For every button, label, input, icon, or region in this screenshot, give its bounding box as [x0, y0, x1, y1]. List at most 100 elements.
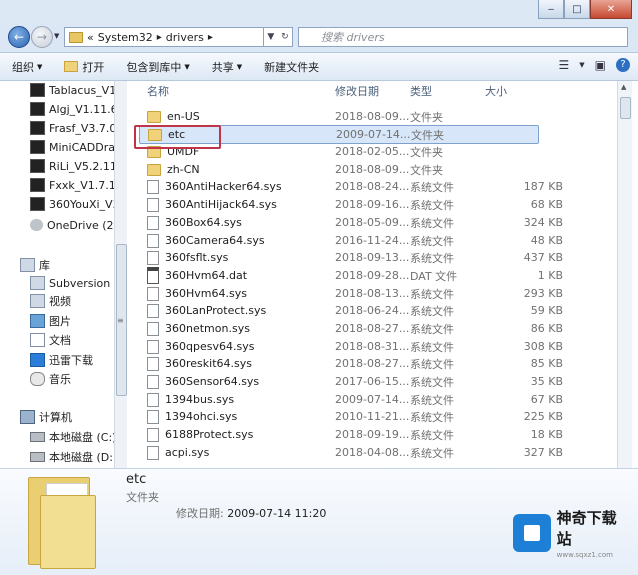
view-options-icon[interactable]: ☰ [559, 58, 570, 72]
close-button[interactable]: ✕ [590, 0, 632, 19]
file-date: 2009-07-14... [336, 128, 411, 141]
nav-item-videos[interactable]: 视频 [30, 292, 71, 310]
preview-pane-icon[interactable]: ▣ [595, 58, 606, 72]
file-name: 360fsflt.sys [165, 251, 229, 264]
app-icon [30, 121, 45, 135]
refresh-icon[interactable]: ↻ [281, 32, 289, 42]
file-name: 1394bus.sys [165, 393, 235, 406]
system-file-icon [147, 339, 159, 354]
nav-item-documents[interactable]: 文档 [30, 331, 71, 349]
file-name: en-US [167, 110, 200, 123]
column-header-name[interactable]: 名称 [147, 81, 169, 101]
file-row[interactable]: 1394ohci.sys 2010-11-21... 系统文件 225 KB [139, 408, 563, 425]
file-size: 35 KB [530, 375, 563, 388]
help-icon[interactable]: ? [616, 58, 630, 72]
nav-item-pictures[interactable]: 图片 [30, 312, 71, 330]
file-date: 2018-08-27... [335, 322, 410, 335]
app-icon [30, 197, 45, 211]
file-size: 324 KB [523, 216, 563, 229]
chevron-down-icon[interactable]: ▼ [579, 61, 584, 69]
nav-item-computer[interactable]: 计算机 [20, 408, 72, 426]
disk-icon [30, 452, 45, 462]
back-button[interactable]: ← [8, 26, 30, 48]
search-input[interactable]: 搜索 drivers [321, 29, 385, 45]
app-icon [30, 102, 45, 116]
file-size: 68 KB [530, 198, 563, 211]
file-row[interactable]: 360Camera64.sys 2016-11-24... 系统文件 48 KB [139, 232, 563, 249]
nav-item-label: 迅雷下载 [49, 354, 93, 367]
address-prefix: « [87, 30, 94, 44]
breadcrumb-drivers[interactable]: drivers [166, 31, 204, 44]
file-list-scrollbar[interactable]: ▲ [617, 81, 632, 468]
file-row[interactable]: 6188Protect.sys 2018-09-19... 系统文件 18 KB [139, 426, 563, 443]
nav-item[interactable]: RiLi_V5.2.11.3 [30, 157, 127, 175]
file-row[interactable]: acpi.sys 2018-04-08... 系统文件 327 KB [139, 444, 563, 461]
navigation-scrollbar[interactable]: ≡ [114, 81, 128, 468]
file-row[interactable]: 360Box64.sys 2018-05-09... 系统文件 324 KB [139, 214, 563, 231]
minimize-button[interactable]: ‒ [538, 0, 564, 19]
file-row[interactable]: 360Sensor64.sys 2017-06-15... 系统文件 35 KB [139, 373, 563, 390]
file-row[interactable]: 360qpesv64.sys 2018-08-31... 系统文件 308 KB [139, 338, 563, 355]
address-actions: ▼ ↻ [264, 27, 293, 47]
nav-item-music[interactable]: 音乐 [30, 370, 71, 388]
breadcrumb-system32[interactable]: System32 [98, 31, 153, 44]
column-header-date[interactable]: 修改日期 [335, 81, 379, 101]
file-date: 2016-11-24... [335, 234, 410, 247]
nav-item-onedrive[interactable]: OneDrive (2) [30, 216, 118, 234]
file-row[interactable]: en-US 2018-08-09... 文件夹 [139, 108, 537, 125]
watermark-url: www.sqxz1.com [556, 551, 613, 559]
nav-item[interactable]: Frasf_V3.7.0.0 [30, 119, 127, 137]
nav-item[interactable]: 360YouXi_V3. [30, 195, 123, 213]
file-row[interactable]: 360LanProtect.sys 2018-06-24... 系统文件 59 KB [139, 302, 563, 319]
recent-pages-dropdown[interactable]: ▼ [54, 32, 59, 40]
nav-item-disk-d[interactable]: 本地磁盘 (D:) [30, 448, 117, 466]
nav-item-subversion[interactable]: Subversion [30, 274, 110, 292]
column-header-type[interactable]: 类型 [410, 81, 432, 101]
scrollbar-thumb[interactable] [620, 97, 631, 119]
video-icon [30, 294, 45, 308]
nav-item-disk-c[interactable]: 本地磁盘 (C:) [30, 428, 116, 446]
maximize-button[interactable]: □ [564, 0, 590, 19]
file-row[interactable]: 360AntiHacker64.sys 2018-08-24... 系统文件 187 … [139, 178, 563, 195]
nav-item-label: 本地磁盘 (D:) [49, 451, 118, 464]
search-box[interactable]: 搜索 drivers [298, 27, 628, 47]
document-icon [30, 333, 45, 347]
file-row[interactable]: 360Hvm64.sys 2018-08-13... 系统文件 293 KB [139, 285, 563, 302]
file-row[interactable]: 360Hvm64.dat 2018-09-28... DAT 文件 1 KB [139, 267, 563, 284]
open-label: 打开 [82, 60, 105, 74]
file-size: 86 KB [530, 322, 563, 335]
open-button[interactable]: 打开 [64, 59, 104, 75]
include-in-library-button[interactable]: 包含到库中 ▼ [126, 59, 189, 75]
organize-button[interactable]: 组织 ▼ [12, 59, 42, 75]
chevron-down-icon[interactable]: ▼ [267, 32, 274, 42]
nav-item[interactable]: MiniCADDraw [30, 138, 124, 156]
file-row[interactable]: zh-CN 2018-08-09... 文件夹 [139, 161, 537, 178]
chevron-right-icon[interactable]: ▸ [157, 32, 162, 43]
file-type: 系统文件 [410, 304, 454, 318]
file-size: 437 KB [523, 251, 563, 264]
file-size: 327 KB [523, 446, 563, 459]
file-type: 系统文件 [410, 340, 454, 354]
chevron-right-icon[interactable]: ▸ [208, 32, 213, 43]
highlight-box [134, 125, 221, 149]
file-row[interactable]: 360fsflt.sys 2018-09-13... 系统文件 437 KB [139, 249, 563, 266]
address-bar[interactable]: « System32 ▸ drivers ▸ [64, 27, 264, 47]
scroll-up-icon[interactable]: ▲ [621, 83, 626, 91]
system-file-icon [147, 179, 159, 194]
share-button[interactable]: 共享 ▼ [212, 59, 242, 75]
minimize-icon: ‒ [547, 3, 555, 15]
nav-item-thunder[interactable]: 迅雷下载 [30, 351, 93, 369]
file-row[interactable]: 360AntiHijack64.sys 2018-09-16... 系统文件 68 K… [139, 196, 563, 213]
nav-item[interactable]: Tablacus_V18 [30, 81, 123, 99]
forward-button[interactable]: → [31, 26, 53, 48]
grip-icon: ≡ [117, 316, 124, 325]
file-date: 2018-08-09... [335, 163, 410, 176]
file-row[interactable]: 360reskit64.sys 2018-08-27... 系统文件 85 KB [139, 355, 563, 372]
new-folder-button[interactable]: 新建文件夹 [264, 59, 319, 75]
file-name: zh-CN [167, 163, 200, 176]
file-row[interactable]: 1394bus.sys 2009-07-14... 系统文件 67 KB [139, 391, 563, 408]
column-header-size[interactable]: 大小 [485, 81, 507, 101]
nav-item-libraries[interactable]: 库 [20, 256, 50, 274]
large-folder-icon [28, 477, 100, 569]
file-row[interactable]: 360netmon.sys 2018-08-27... 系统文件 86 KB [139, 320, 563, 337]
